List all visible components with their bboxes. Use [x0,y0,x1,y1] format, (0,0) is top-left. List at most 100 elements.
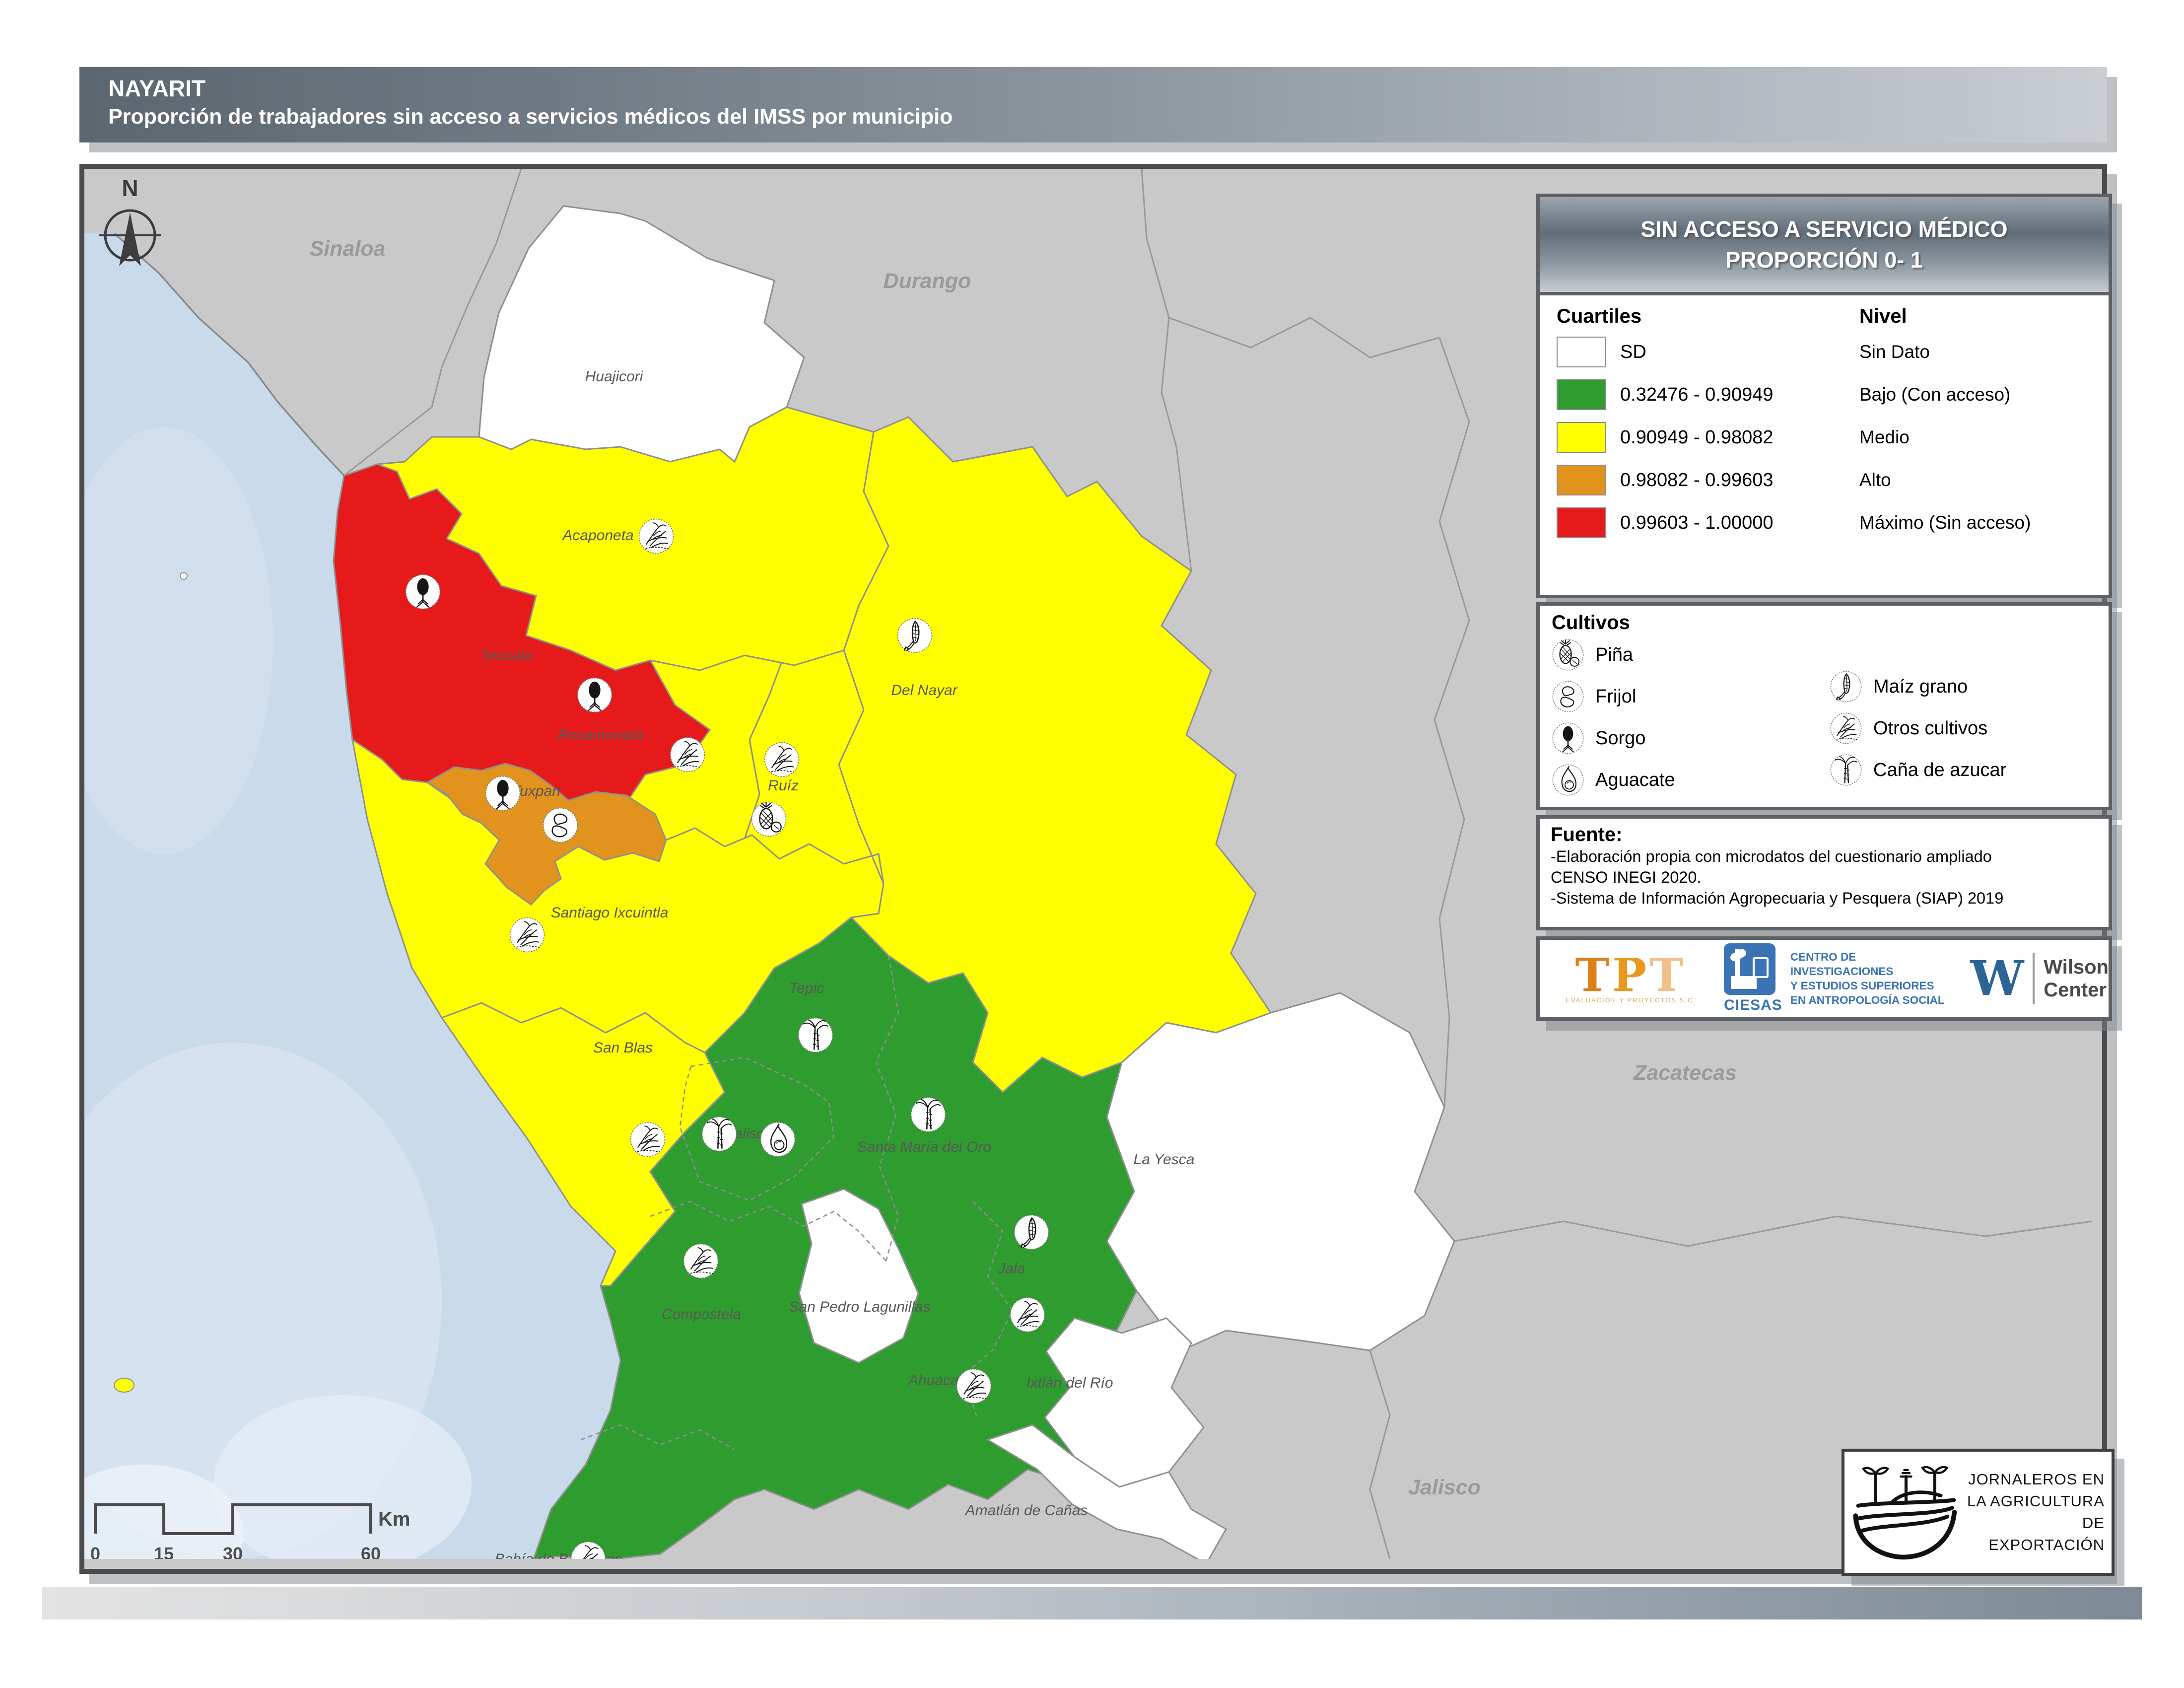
state-label-sinaloa: Sinaloa [310,237,386,261]
municipality-label-amatlan-de-canas: Amatlán de Cañas [964,1502,1088,1519]
aguacate-crop-icon [1552,764,1584,796]
fuente-title: Fuente: [1551,824,2109,846]
cana-crop-icon [1830,754,1862,786]
cultivo-item-otros: Otros cultivos [1830,707,2006,749]
pina-crop-icon [752,802,786,837]
ciesas-line: EN ANTROPOLOGÍA SOCIAL [1790,993,1954,1007]
map-title-bar: NAYARIT Proporción de trabajadores sin a… [79,67,2107,142]
wilson-line: Center [2044,979,2109,1001]
municipality-label-compostela: Compostela [662,1306,741,1323]
legend-range: SD [1620,342,1859,363]
cultivos-column-right: Maíz grano Otros cultivos Caña de azucar [1830,666,2006,801]
cultivo-item-frijol: Frijol [1552,676,1830,717]
municipality-label-santiago-ixcuintla: Santiago Ixcuintla [551,905,669,921]
page-title: NAYARIT [108,74,2107,103]
wilson-separator [2033,953,2035,1004]
legend-swatch [1557,465,1606,495]
scale-tick-0: 0 [90,1544,100,1559]
cultivo-label: Aguacate [1595,770,1675,791]
fuente-lines: -Elaboración propia con microdatos del c… [1551,846,2109,909]
cultivo-item-cana: Caña de azucar [1830,749,2006,791]
logos-panel: TPT EVALUACIÓN Y PROYECTOS S.C. CIESAS C… [1536,936,2112,1021]
ciesas-logo: CIESAS CENTRO DE INVESTIGACIONESY ESTUDI… [1724,943,1953,1014]
otros-crop-icon [1011,1298,1045,1332]
scale-tick-15: 15 [154,1544,174,1559]
otros-crop-icon [765,743,799,777]
municipality-label-jala: Jala [997,1261,1025,1277]
map-canvas[interactable]: SinaloaDurangoZacatecasJalisco Huajicori… [79,164,2107,1574]
otros-crop-icon [510,918,545,952]
ciesas-acronym: CIESAS [1724,997,1782,1014]
legend-level: Sin Dato [1859,342,1930,362]
aguacate-crop-icon [761,1123,795,1157]
jornaleros-text: JORNALEROS ENLA AGRICULTURADE EXPORTACIÓ… [1963,1469,2112,1556]
legend-title-line1: SIN ACCESO A SERVICIO MÉDICO [1640,214,2007,245]
legend-row-4: 0.99603 - 1.00000Máximo (Sin acceso) [1557,507,2109,538]
pina-crop-icon [1552,638,1584,671]
tpt-letters: TPT [1558,954,1704,996]
ciesas-line: Y ESTUDIOS SUPERIORES [1790,979,1954,993]
legend-rows: SDSin Dato 0.32476 - 0.90949Bajo (Con acc… [1557,337,2109,538]
legend-swatch [1557,507,1606,538]
cultivo-item-aguacate: Aguacate [1552,759,1830,801]
state-label-jalisco: Jalisco [1408,1476,1481,1499]
tpt-letter-t2: T [1649,948,1686,1002]
ciesas-icon [1724,943,1775,995]
island-white [180,572,187,579]
ciesas-text: CENTRO DE INVESTIGACIONESY ESTUDIOS SUPE… [1790,950,1954,1007]
legend-title-line2: PROPORCIÓN 0- 1 [1725,245,1923,276]
cultivos-column-left: Piña Frijol Sorgo Aguacate [1552,634,1830,801]
scale-tick-30: 30 [223,1544,243,1559]
legend-level: Medio [1859,427,1910,448]
cultivo-label: Frijol [1595,686,1636,707]
frijol-crop-icon [1552,680,1584,713]
municipality-label-acaponeta: Acaponeta [561,527,633,544]
cultivo-label: Otros cultivos [1873,718,1987,739]
cultivo-label: Maíz grano [1873,676,1968,698]
state-label-durango: Durango [884,269,971,293]
jornaleros-logo-box: JORNALEROS ENLA AGRICULTURADE EXPORTACIÓ… [1842,1449,2115,1576]
sorgo-crop-icon [578,678,612,712]
region-la-yesca[interactable] [1107,993,1454,1350]
cultivo-label: Piña [1595,644,1633,666]
legend-level: Bajo (Con acceso) [1859,384,2010,405]
legend-range: 0.98082 - 0.99603 [1620,470,1859,491]
cana-crop-icon [799,1018,833,1053]
municipality-label-huajicori: Huajicori [585,368,644,385]
wilson-w: W [1970,956,2024,1001]
legend-range: 0.99603 - 1.00000 [1620,512,1859,534]
legend-row-1: 0.32476 - 0.90949Bajo (Con acceso) [1557,379,2109,410]
legend-row-3: 0.98082 - 0.99603Alto [1557,465,2109,495]
otros-crop-icon [631,1123,665,1157]
otros-crop-icon [1830,712,1862,745]
cultivo-item-pina: Piña [1552,634,1830,676]
cultivo-item-maiz: Maíz grano [1830,666,2006,707]
legend-range: 0.90949 - 0.98082 [1620,427,1859,448]
legend-panel: SIN ACCESO A SERVICIO MÉDICO PROPORCIÓN … [1536,194,2112,598]
jornaleros-line: JORNALEROS EN [1963,1469,2105,1490]
cana-crop-icon [911,1098,946,1132]
maiz-crop-icon [1015,1215,1049,1250]
fuente-line-2: -Sistema de Información Agropecuaria y P… [1551,888,2109,909]
legend-col-cuartiles: Cuartiles [1557,305,1859,328]
cultivo-item-sorgo: Sorgo [1552,717,1830,759]
legend-range: 0.32476 - 0.90949 [1620,384,1859,406]
otros-crop-icon [684,1244,718,1278]
municipality-label-ixtlan-del-rio: Ixtlán del Río [1026,1375,1113,1391]
municipality-label-tepic: Tepic [789,980,824,996]
legend-swatch [1557,422,1606,453]
page-subtitle: Proporción de trabajadores sin acceso a … [108,103,2107,131]
jornaleros-line: LA AGRICULTURA [1963,1490,2105,1512]
maiz-crop-icon [1830,670,1862,703]
legend-col-nivel: Nivel [1859,305,1907,328]
tpt-subtext: EVALUACIÓN Y PROYECTOS S.C. [1558,996,1704,1004]
jornaleros-field-icon [1849,1461,1963,1564]
legend-row-0: SDSin Dato [1557,337,2109,367]
cultivo-label: Sorgo [1595,728,1645,749]
island-yellow [114,1378,134,1392]
municipality-label-rosamorada: Rosamorada [558,727,643,743]
wilson-text: WilsonCenter [2044,956,2109,1001]
fuente-line-0: -Elaboración propia con microdatos del c… [1551,846,2109,867]
legend-title: SIN ACCESO A SERVICIO MÉDICO PROPORCIÓN … [1540,197,2109,295]
fuente-line-1: CENSO INEGI 2020. [1551,867,2109,888]
